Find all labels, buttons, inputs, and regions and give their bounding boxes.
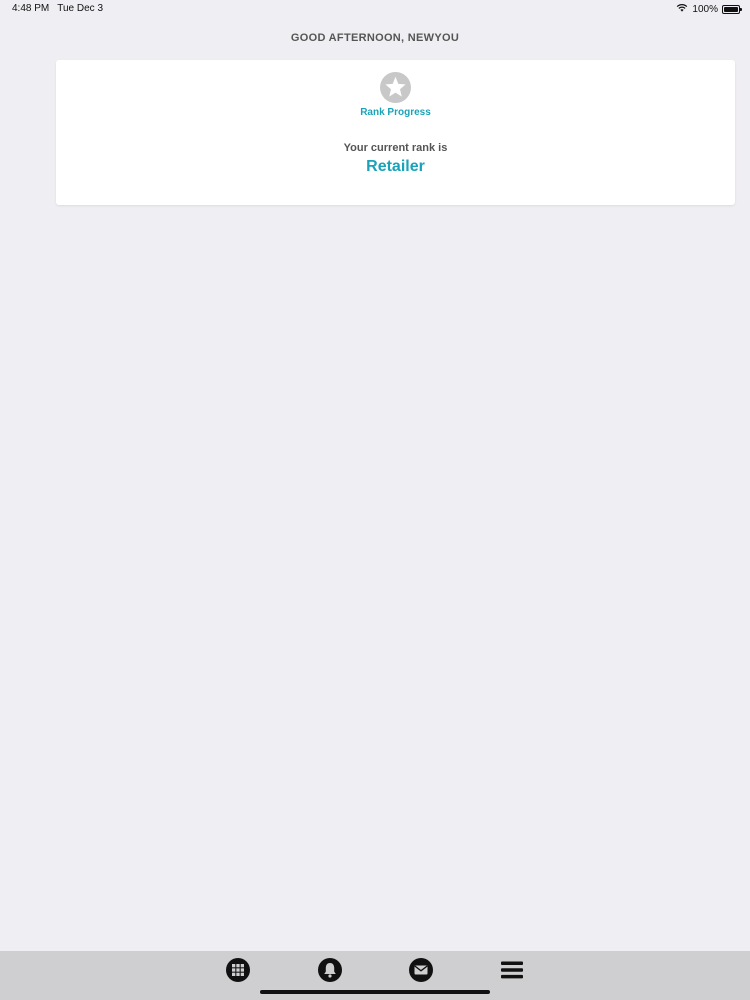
- status-date: Tue Dec 3: [57, 3, 104, 14]
- star-icon[interactable]: [380, 72, 411, 103]
- bell-icon[interactable]: [318, 958, 342, 982]
- greeting-title: GOOD AFTERNOON, NEWYOU: [290, 32, 460, 44]
- rank-card: Rank Progress Your current rank is Retai…: [56, 60, 735, 205]
- status-left: 4:48 PM Tue Dec 3: [12, 3, 103, 14]
- status-bar: 4:48 PM Tue Dec 3 100%: [0, 0, 750, 18]
- battery-fill: [724, 6, 738, 12]
- tab-bar: [0, 951, 750, 1000]
- battery-icon: [722, 4, 742, 14]
- menu-icon[interactable]: [500, 958, 524, 982]
- current-rank-label: Your current rank is: [343, 142, 448, 154]
- battery-percent: 100%: [692, 3, 718, 15]
- current-rank-value: Retailer: [366, 158, 425, 175]
- wifi-icon: [676, 3, 688, 15]
- home-indicator[interactable]: [260, 990, 490, 994]
- status-time: 4:48 PM: [12, 3, 50, 14]
- app-screen: 4:48 PM Tue Dec 3 100% GOOD AFTERNOON, N…: [0, 0, 750, 1000]
- grid-icon[interactable]: [226, 958, 250, 982]
- mail-icon[interactable]: [409, 958, 433, 982]
- status-right: 100%: [676, 3, 742, 15]
- rank-progress-link[interactable]: Rank Progress: [56, 107, 735, 118]
